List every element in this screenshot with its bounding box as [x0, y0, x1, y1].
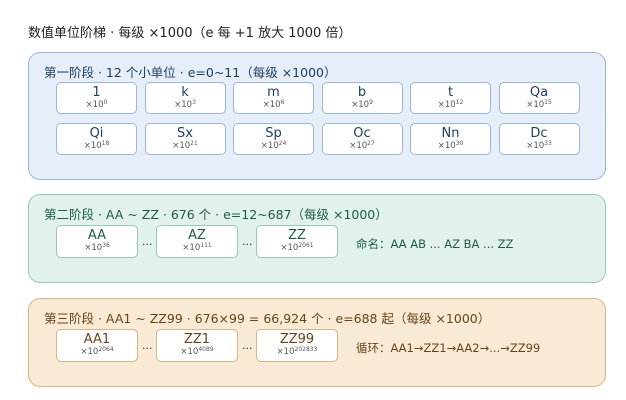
unit-box: 1 ×100 [56, 82, 137, 114]
unit-power: ×106 [262, 99, 285, 111]
unit-power: ×1018 [83, 140, 110, 152]
unit-symbol: b [357, 85, 367, 100]
unit-power: ×1030 [437, 140, 464, 152]
unit-symbol: AA [87, 228, 107, 243]
cycle-note: 循环：AA1→ZZ1→AA2→...→ZZ99 [356, 341, 541, 355]
unit-box: ZZ1 ×104089 [156, 329, 238, 362]
unit-box: m ×106 [233, 82, 314, 114]
unit-box: AA ×1036 [56, 225, 138, 258]
unit-box: b ×109 [321, 82, 403, 114]
unit-symbol: Nn [441, 126, 460, 141]
unit-symbol: Qa [529, 85, 549, 100]
diagram-title: 数值单位阶梯 · 每级 ×1000（e 每 +1 放大 1000 倍） [28, 26, 352, 41]
unit-symbol: AA1 [83, 332, 111, 347]
unit-power: ×109 [351, 99, 373, 111]
unit-power: ×1036 [84, 242, 110, 254]
unit-power: ×1027 [349, 140, 375, 152]
stage-1-title: 第一阶段 · 12 个小单位 · e=0~11（每级 ×1000） [44, 65, 337, 80]
unit-box: AZ ×10111 [156, 225, 238, 258]
unit-power: ×10111 [182, 242, 212, 254]
unit-power: ×102061 [280, 242, 314, 254]
unit-symbol: t [447, 85, 454, 100]
ellipsis: ... [142, 339, 153, 352]
unit-power: ×102064 [80, 346, 114, 358]
unit-symbol: Qi [89, 126, 104, 141]
unit-box: Oc ×1027 [321, 123, 403, 155]
unit-symbol: m [267, 85, 280, 100]
unit-power: ×1024 [260, 140, 287, 152]
unit-symbol: Oc [353, 126, 371, 141]
unit-box: ZZ99 ×10202833 [256, 329, 338, 362]
unit-symbol: ZZ [288, 228, 306, 243]
unit-box: Sp ×1024 [233, 123, 314, 155]
unit-box: Qi ×1018 [56, 123, 137, 155]
stage-1-panel: 第一阶段 · 12 个小单位 · e=0~11（每级 ×1000） 1 ×100 k… [28, 52, 606, 180]
unit-symbol: k [181, 85, 189, 100]
unit-box: Qa ×1015 [498, 82, 580, 114]
unit-box: t ×1012 [410, 82, 491, 114]
unit-box: k ×103 [144, 82, 226, 114]
unit-power: ×100 [85, 99, 108, 111]
unit-symbol: 1 [92, 85, 101, 100]
unit-symbol: Sx [177, 126, 193, 141]
stage-2-panel: 第二阶段 · AA ~ ZZ · 676 个 · e=12~687（每级 ×10… [28, 194, 606, 283]
unit-power: ×1012 [437, 99, 464, 111]
unit-box: Dc ×1033 [498, 123, 580, 155]
ellipsis: ... [242, 235, 253, 248]
unit-box: AA1 ×102064 [56, 329, 138, 362]
stage-3-panel: 第三阶段 · AA1 ~ ZZ99 · 676×99 = 66,924 个 · … [28, 298, 606, 387]
unit-symbol: Dc [530, 126, 548, 141]
unit-power: ×1015 [526, 99, 552, 111]
unit-power: ×104089 [180, 346, 214, 358]
unit-power: ×10202833 [276, 346, 318, 358]
unit-power: ×1033 [526, 140, 552, 152]
unit-symbol: ZZ99 [279, 332, 315, 347]
naming-note: 命名：AA AB ... AZ BA ... ZZ [356, 237, 514, 251]
stage-3-title: 第三阶段 · AA1 ~ ZZ99 · 676×99 = 66,924 个 · … [44, 311, 491, 326]
unit-symbol: AZ [188, 228, 206, 243]
unit-symbol: Sp [265, 126, 282, 141]
unit-power: ×103 [174, 99, 196, 111]
unit-box: Nn ×1030 [410, 123, 491, 155]
unit-symbol: ZZ1 [183, 332, 211, 347]
unit-box: ZZ ×102061 [256, 225, 338, 258]
stage-2-title: 第二阶段 · AA ~ ZZ · 676 个 · e=12~687（每级 ×10… [44, 207, 388, 222]
ellipsis: ... [242, 339, 253, 352]
unit-power: ×1021 [172, 140, 198, 152]
unit-box: Sx ×1021 [144, 123, 226, 155]
ellipsis: ... [142, 235, 153, 248]
